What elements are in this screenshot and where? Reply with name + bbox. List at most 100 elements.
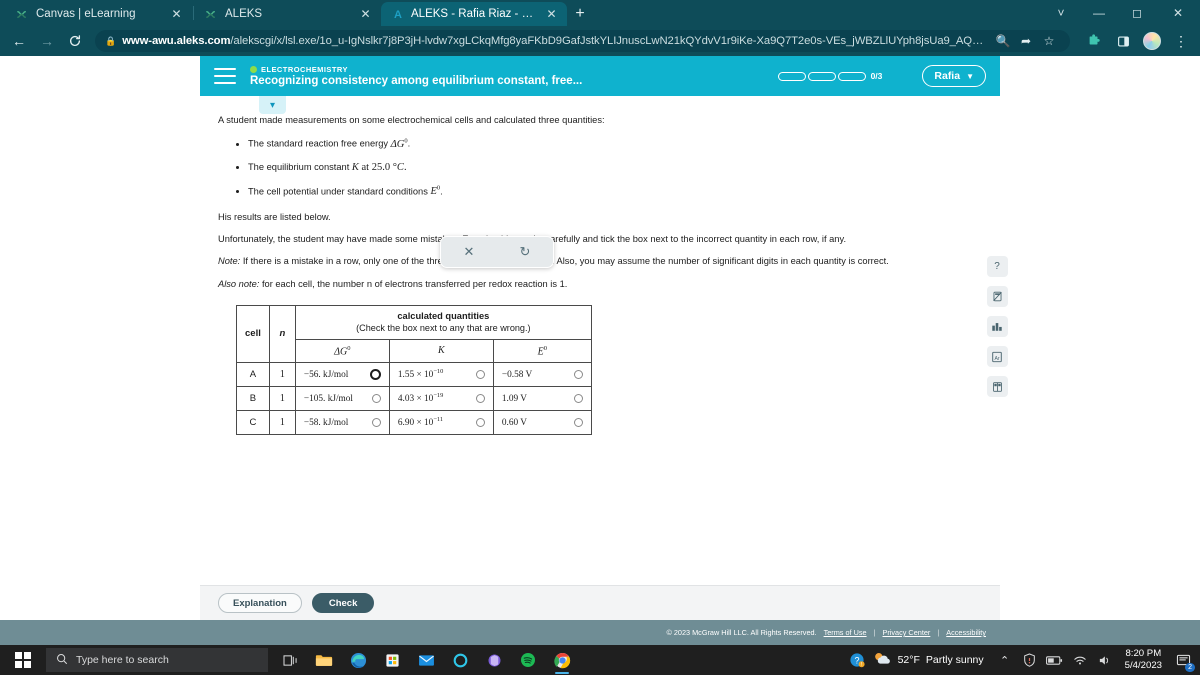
edge-icon[interactable] [342,645,374,675]
bullet-text: The equilibrium constant [248,162,352,173]
defender-icon[interactable] [1020,649,1040,671]
browser-tab-3-active[interactable]: A ALEKS - Rafia Riaz - Learn ✕ [381,2,567,26]
minimize-button[interactable]: — [1080,0,1118,26]
system-tray: ?! 52°F Partly sunny ⌃ 8:20 PM 5/4/2023 [847,648,1200,672]
tab-title: Canvas | eLearning [36,8,136,20]
value-text: 4.03 × 10−19 [397,392,444,405]
undo-refresh-icon[interactable]: ↻ [520,244,531,260]
calculator-disabled-icon[interactable] [986,286,1008,307]
wifi-icon[interactable] [1070,649,1090,671]
checkbox-e-row-b[interactable] [573,394,583,403]
checkbox-delta-g-row-c[interactable] [371,418,381,427]
accessibility-link[interactable]: Accessibility [946,628,986,637]
results-table: cell n calculated quantities (Check the … [236,304,592,435]
forward-icon[interactable]: → [34,28,60,54]
terms-of-use-link[interactable]: Terms of Use [824,628,867,637]
browser-tab-2[interactable]: ALEKS ✕ [195,2,381,26]
row-n-value: 1 [268,410,296,435]
x-clear-icon[interactable]: ✕ [464,244,475,260]
progress-indicator: 0/3 [777,71,883,81]
windows-taskbar: Type here to search ?! 52°F Partly sunny… [0,645,1200,675]
cell-delta-g: −105. kJ/mol [294,386,390,411]
bullet-text: The standard reaction free energy [248,138,391,149]
cortana-icon[interactable] [444,645,476,675]
chevron-up-icon[interactable]: ⌃ [995,649,1015,671]
value-text: 6.90 × 10−11 [397,416,444,429]
user-name: Rafia [934,70,961,82]
chrome-icon[interactable] [546,645,578,675]
checkbox-delta-g-row-a[interactable] [369,369,381,380]
progress-count: 0/3 [870,71,883,81]
windows-start-icon[interactable] [0,645,46,675]
close-icon[interactable]: ✕ [358,7,373,22]
cell-delta-g: −58. kJ/mol [294,410,390,435]
list-item: The equilibrium constant K at 25.0 °C. [248,161,982,175]
table-header-row: cell n calculated quantities (Check the … [236,304,592,364]
hamburger-icon[interactable] [214,68,236,84]
value-text: 1.09 V [501,393,527,404]
periodic-table-icon[interactable]: Ar [986,346,1008,367]
help-tray-icon[interactable]: ?! [847,649,867,671]
new-tab-button[interactable]: + [567,2,593,26]
profile-avatar[interactable] [1139,28,1165,54]
task-view-icon[interactable] [274,645,306,675]
privacy-center-link[interactable]: Privacy Center [882,628,930,637]
explanation-button[interactable]: Explanation [218,593,302,613]
bookmark-star-icon[interactable]: ☆ [1038,30,1060,52]
note-label: Note: [218,256,241,267]
row-cell-label: B [236,386,270,411]
svg-text:Ar: Ar [994,355,999,361]
checkbox-e-row-c[interactable] [573,418,583,427]
tab-title: ALEKS [225,8,263,20]
file-explorer-icon[interactable] [308,645,340,675]
tab-search-chevron-icon[interactable]: ˅ [1042,0,1080,26]
close-icon[interactable]: ✕ [169,7,184,22]
check-button[interactable]: Check [311,593,375,613]
maximize-button[interactable]: ◻ [1118,0,1156,26]
reload-icon[interactable] [62,28,88,54]
aleks-header: ELECTROCHEMISTRY Recognizing consistency… [200,56,1000,96]
bar-chart-icon[interactable] [986,316,1008,337]
mail-icon[interactable] [410,645,442,675]
clock[interactable]: 8:20 PM 5/4/2023 [1120,648,1167,671]
instruction-text: Unfortunately, the student may have made… [218,234,847,245]
pinned-apps [274,645,578,675]
checkbox-k-row-c[interactable] [475,418,485,427]
checkbox-k-row-b[interactable] [475,394,485,403]
more-menu-icon[interactable]: ⋮ [1168,28,1194,54]
collapse-panel-button[interactable]: ▾ [259,96,286,114]
user-menu-button[interactable]: Rafia ▼ [922,65,986,87]
search-placeholder: Type here to search [76,654,169,666]
browser-tab-1[interactable]: Canvas | eLearning ✕ [6,2,192,26]
checkbox-k-row-a[interactable] [475,370,485,379]
collections-icon[interactable] [1110,28,1136,54]
tools-rail: ? Ar [982,256,1012,397]
reference-book-icon[interactable] [986,376,1008,397]
share-icon[interactable]: ➦ [1015,30,1037,52]
help-question-icon[interactable]: ? [986,256,1008,277]
checkbox-delta-g-row-b[interactable] [371,394,381,403]
svg-text:!: ! [860,662,861,668]
close-icon[interactable]: ✕ [544,7,559,22]
search-input[interactable]: Type here to search [46,648,268,672]
quantity-list: The standard reaction free energy ΔG0. T… [248,137,982,199]
column-symbol-delta-g: ΔG0 [294,338,390,364]
weather-widget[interactable]: 52°F Partly sunny [872,651,984,669]
cell-delta-g: −56. kJ/mol [294,362,390,387]
extensions-icon[interactable] [1081,28,1107,54]
volume-icon[interactable] [1095,649,1115,671]
spotify-icon[interactable] [512,645,544,675]
table-row: C 1 −58. kJ/mol 6.90 × 10−11 0.60 V [236,410,592,435]
zoom-icon[interactable]: 🔍 [992,30,1014,52]
window-close-button[interactable]: ✕ [1156,0,1200,26]
notifications-icon[interactable]: 2 [1172,649,1195,672]
header-cell: cell [236,304,270,364]
checkbox-e-row-a[interactable] [573,370,583,379]
back-icon[interactable]: ← [6,28,32,54]
microsoft-store-icon[interactable] [376,645,408,675]
office-icon[interactable] [478,645,510,675]
url-host: www-awu.aleks.com [122,35,231,47]
cell-e: 0.60 V [492,410,592,435]
battery-icon[interactable] [1045,649,1065,671]
address-bar[interactable]: 🔒 www-awu.aleks.com/alekscgi/x/lsl.exe/1… [95,30,1070,52]
